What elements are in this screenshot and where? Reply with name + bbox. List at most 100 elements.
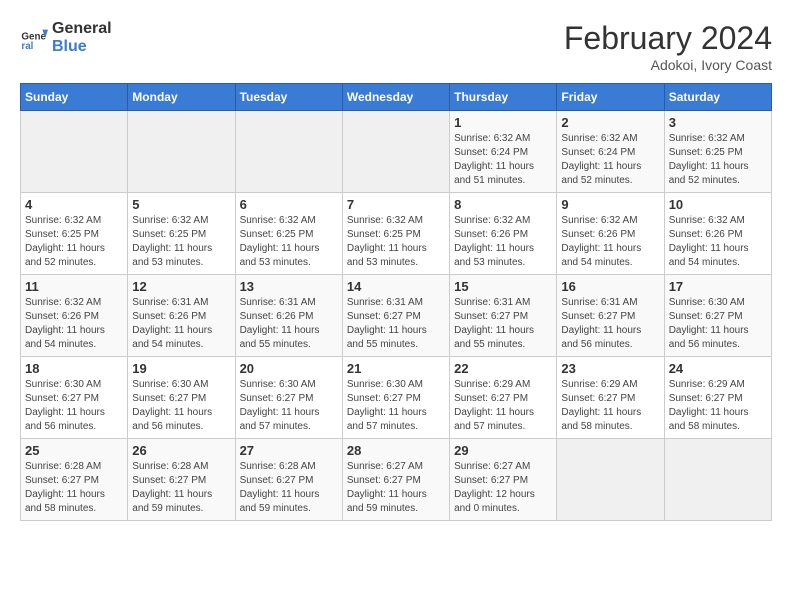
day-info: Sunrise: 6:32 AM Sunset: 6:24 PM Dayligh… [454, 132, 552, 188]
day-info: Sunrise: 6:28 AM Sunset: 6:27 PM Dayligh… [240, 460, 338, 516]
day-number: 16 [561, 279, 659, 294]
day-header-tuesday: Tuesday [235, 84, 342, 111]
day-header-monday: Monday [128, 84, 235, 111]
day-header-friday: Friday [557, 84, 664, 111]
day-info: Sunrise: 6:30 AM Sunset: 6:27 PM Dayligh… [132, 378, 230, 434]
day-info: Sunrise: 6:30 AM Sunset: 6:27 PM Dayligh… [240, 378, 338, 434]
day-info: Sunrise: 6:32 AM Sunset: 6:26 PM Dayligh… [669, 214, 767, 270]
day-number: 20 [240, 361, 338, 376]
calendar-cell [664, 439, 771, 521]
calendar-cell: 28 Sunrise: 6:27 AM Sunset: 6:27 PM Dayli… [342, 439, 449, 521]
day-number: 9 [561, 197, 659, 212]
day-number: 1 [454, 115, 552, 130]
day-info: Sunrise: 6:32 AM Sunset: 6:26 PM Dayligh… [25, 296, 123, 352]
logo-icon: Gene ral [20, 24, 48, 52]
day-number: 24 [669, 361, 767, 376]
calendar-cell: 7Sunrise: 6:32 AM Sunset: 6:25 PM Daylig… [342, 193, 449, 275]
day-number: 21 [347, 361, 445, 376]
day-number: 23 [561, 361, 659, 376]
day-number: 18 [25, 361, 123, 376]
calendar-cell: 13Sunrise: 6:31 AM Sunset: 6:26 PM Dayli… [235, 275, 342, 357]
calendar-cell: 14Sunrise: 6:31 AM Sunset: 6:27 PM Dayli… [342, 275, 449, 357]
main-title: February 2024 [564, 20, 772, 57]
calendar-cell: 23Sunrise: 6:29 AM Sunset: 6:27 PM Dayli… [557, 357, 664, 439]
day-info: Sunrise: 6:32 AM Sunset: 6:25 PM Dayligh… [240, 214, 338, 270]
day-info: Sunrise: 6:31 AM Sunset: 6:26 PM Dayligh… [132, 296, 230, 352]
day-info: Sunrise: 6:32 AM Sunset: 6:24 PM Dayligh… [561, 132, 659, 188]
day-header-thursday: Thursday [450, 84, 557, 111]
calendar-week-row: 25 Sunrise: 6:28 AM Sunset: 6:27 PM Dayli… [21, 439, 772, 521]
calendar-cell: 21 Sunrise: 6:30 AM Sunset: 6:27 PM Dayli… [342, 357, 449, 439]
calendar-cell [21, 111, 128, 193]
calendar-cell [235, 111, 342, 193]
day-info: Sunrise: 6:30 AM Sunset: 6:27 PM Dayligh… [669, 296, 767, 352]
calendar-cell: 16 Sunrise: 6:31 AM Sunset: 6:27 PM Dayli… [557, 275, 664, 357]
calendar-cell: 4 Sunrise: 6:32 AM Sunset: 6:25 PM Daylig… [21, 193, 128, 275]
calendar-cell: 10 Sunrise: 6:32 AM Sunset: 6:26 PM Dayli… [664, 193, 771, 275]
day-info: Sunrise: 6:30 AM Sunset: 6:27 PM Dayligh… [347, 378, 445, 434]
day-number: 2 [561, 115, 659, 130]
day-info: Sunrise: 6:32 AM Sunset: 6:25 PM Dayligh… [25, 214, 123, 270]
day-info: Sunrise: 6:27 AM Sunset: 6:27 PM Dayligh… [454, 460, 552, 516]
calendar-cell: 9 Sunrise: 6:32 AM Sunset: 6:26 PM Daylig… [557, 193, 664, 275]
calendar-cell: 22 Sunrise: 6:29 AM Sunset: 6:27 PM Dayli… [450, 357, 557, 439]
day-number: 28 [347, 443, 445, 458]
day-number: 22 [454, 361, 552, 376]
day-number: 25 [25, 443, 123, 458]
calendar-cell: 8 Sunrise: 6:32 AM Sunset: 6:26 PM Daylig… [450, 193, 557, 275]
day-number: 27 [240, 443, 338, 458]
day-info: Sunrise: 6:31 AM Sunset: 6:26 PM Dayligh… [240, 296, 338, 352]
calendar-cell: 26Sunrise: 6:28 AM Sunset: 6:27 PM Dayli… [128, 439, 235, 521]
logo-ral-text: ral [92, 20, 112, 37]
day-number: 8 [454, 197, 552, 212]
day-info: Sunrise: 6:32 AM Sunset: 6:26 PM Dayligh… [561, 214, 659, 270]
header: Gene ral General Blue February 2024 Adok… [20, 20, 772, 73]
title-area: February 2024 Adokoi, Ivory Coast [564, 20, 772, 73]
day-info: Sunrise: 6:28 AM Sunset: 6:27 PM Dayligh… [25, 460, 123, 516]
day-info: Sunrise: 6:31 AM Sunset: 6:27 PM Dayligh… [561, 296, 659, 352]
day-number: 29 [454, 443, 552, 458]
day-info: Sunrise: 6:32 AM Sunset: 6:25 PM Dayligh… [669, 132, 767, 188]
day-number: 19 [132, 361, 230, 376]
calendar-cell: 12 Sunrise: 6:31 AM Sunset: 6:26 PM Dayli… [128, 275, 235, 357]
day-header-wednesday: Wednesday [342, 84, 449, 111]
calendar-cell: 3 Sunrise: 6:32 AM Sunset: 6:25 PM Daylig… [664, 111, 771, 193]
day-number: 17 [669, 279, 767, 294]
day-number: 4 [25, 197, 123, 212]
calendar-cell: 19 Sunrise: 6:30 AM Sunset: 6:27 PM Dayli… [128, 357, 235, 439]
calendar-cell: 29 Sunrise: 6:27 AM Sunset: 6:27 PM Dayli… [450, 439, 557, 521]
day-number: 12 [132, 279, 230, 294]
day-number: 3 [669, 115, 767, 130]
calendar-cell: 11 Sunrise: 6:32 AM Sunset: 6:26 PM Dayli… [21, 275, 128, 357]
day-number: 14 [347, 279, 445, 294]
calendar-cell: 17 Sunrise: 6:30 AM Sunset: 6:27 PM Dayli… [664, 275, 771, 357]
svg-text:ral: ral [21, 41, 33, 52]
calendar-cell [342, 111, 449, 193]
day-header-sunday: Sunday [21, 84, 128, 111]
calendar-cell: 15 Sunrise: 6:31 AM Sunset: 6:27 PM Dayli… [450, 275, 557, 357]
day-info: Sunrise: 6:32 AM Sunset: 6:26 PM Dayligh… [454, 214, 552, 270]
day-info: Sunrise: 6:32 AM Sunset: 6:25 PM Dayligh… [132, 214, 230, 270]
calendar-week-row: 18 Sunrise: 6:30 AM Sunset: 6:27 PM Dayli… [21, 357, 772, 439]
calendar-cell: 5 Sunrise: 6:32 AM Sunset: 6:25 PM Daylig… [128, 193, 235, 275]
logo-general-text: Gene [52, 20, 92, 37]
subtitle: Adokoi, Ivory Coast [564, 57, 772, 73]
logo: Gene ral General Blue [20, 20, 112, 56]
logo-blue-text: Blue [52, 38, 87, 55]
calendar-cell: 24Sunrise: 6:29 AM Sunset: 6:27 PM Dayli… [664, 357, 771, 439]
day-header-saturday: Saturday [664, 84, 771, 111]
calendar-week-row: 4 Sunrise: 6:32 AM Sunset: 6:25 PM Daylig… [21, 193, 772, 275]
day-number: 15 [454, 279, 552, 294]
calendar-cell: 27 Sunrise: 6:28 AM Sunset: 6:27 PM Dayli… [235, 439, 342, 521]
day-number: 11 [25, 279, 123, 294]
calendar-header-row: SundayMondayTuesdayWednesdayThursdayFrid… [21, 84, 772, 111]
day-info: Sunrise: 6:29 AM Sunset: 6:27 PM Dayligh… [454, 378, 552, 434]
day-number: 5 [132, 197, 230, 212]
day-info: Sunrise: 6:27 AM Sunset: 6:27 PM Dayligh… [347, 460, 445, 516]
calendar-cell: 25 Sunrise: 6:28 AM Sunset: 6:27 PM Dayli… [21, 439, 128, 521]
day-info: Sunrise: 6:31 AM Sunset: 6:27 PM Dayligh… [454, 296, 552, 352]
day-number: 7 [347, 197, 445, 212]
calendar-cell: 2 Sunrise: 6:32 AM Sunset: 6:24 PM Daylig… [557, 111, 664, 193]
day-number: 10 [669, 197, 767, 212]
day-info: Sunrise: 6:28 AM Sunset: 6:27 PM Dayligh… [132, 460, 230, 516]
